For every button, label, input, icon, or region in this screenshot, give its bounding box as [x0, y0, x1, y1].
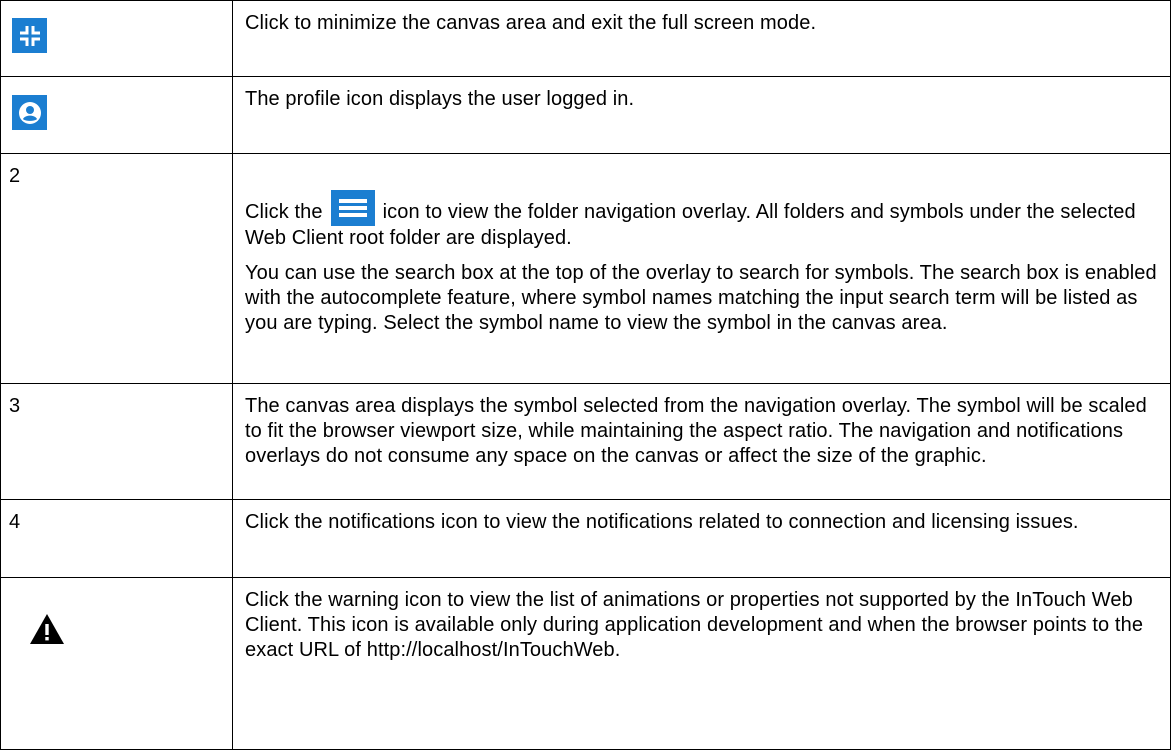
hamburger-menu-icon	[330, 190, 375, 226]
row-description: Click to minimize the canvas area and ex…	[245, 12, 817, 34]
table-row: 4 Click the notifications icon to view t…	[0, 499, 1171, 578]
row-description-secondary: You can use the search box at the top of…	[245, 262, 1157, 334]
row-description: The canvas area displays the symbol sele…	[245, 395, 1147, 467]
row-description: The profile icon displays the user logge…	[245, 88, 635, 110]
description-cell: Click the icon to view the folder navigat…	[232, 153, 1171, 384]
table-row: The profile icon displays the user logge…	[0, 76, 1171, 154]
description-text-before: Click the	[245, 201, 323, 223]
table-row: 2 Click the icon to view the folder navig…	[0, 153, 1171, 384]
table-row: 3 The canvas area displays the symbol se…	[0, 383, 1171, 500]
row-number: 3	[0, 383, 233, 500]
table-row: Click the warning icon to view the list …	[0, 577, 1171, 750]
row-description: Click the notifications icon to view the…	[245, 511, 1079, 533]
table-row: Click to minimize the canvas area and ex…	[0, 0, 1171, 77]
icon-cell	[0, 0, 233, 77]
row-number: 2	[0, 153, 233, 384]
description-cell: Click the warning icon to view the list …	[232, 577, 1171, 750]
icon-cell	[0, 577, 233, 750]
description-cell: The profile icon displays the user logge…	[232, 76, 1171, 154]
icon-cell	[0, 76, 233, 154]
description-cell: Click to minimize the canvas area and ex…	[232, 0, 1171, 77]
warning-icon	[30, 614, 64, 644]
description-cell: Click the notifications icon to view the…	[232, 499, 1171, 578]
fullscreen-exit-icon	[12, 18, 47, 53]
row-description: Click the icon to view the folder navigat…	[245, 190, 1158, 251]
icon-description-table: Click to minimize the canvas area and ex…	[0, 0, 1171, 750]
row-number: 4	[0, 499, 233, 578]
description-text-after: icon to view the folder navigation overl…	[245, 201, 1136, 249]
profile-icon	[12, 95, 47, 130]
description-cell: The canvas area displays the symbol sele…	[232, 383, 1171, 500]
row-description: Click the warning icon to view the list …	[245, 589, 1144, 661]
